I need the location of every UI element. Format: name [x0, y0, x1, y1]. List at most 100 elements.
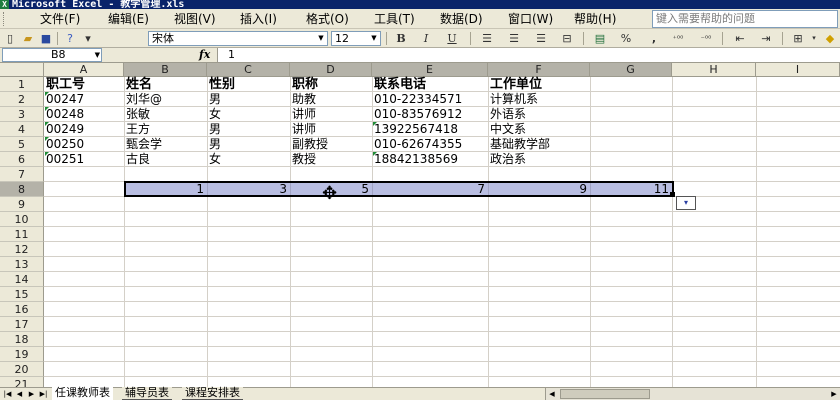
- table-cell[interactable]: 计算机系: [488, 92, 538, 107]
- column-header-e[interactable]: E: [372, 63, 488, 77]
- row-header[interactable]: 7: [0, 167, 44, 182]
- row-header[interactable]: 17: [0, 317, 44, 332]
- align-right-icon[interactable]: ☰: [533, 31, 549, 46]
- row-header[interactable]: 11: [0, 227, 44, 242]
- row-header[interactable]: 21: [0, 377, 44, 387]
- open-folder-icon[interactable]: ▰: [20, 31, 36, 46]
- scrollbar-thumb[interactable]: [560, 389, 650, 399]
- font-size-select[interactable]: 12 ▼: [331, 31, 381, 46]
- table-cell[interactable]: 王方: [124, 122, 150, 137]
- row-header[interactable]: 9: [0, 197, 44, 212]
- column-header-i[interactable]: I: [756, 63, 840, 77]
- column-header-g[interactable]: G: [590, 63, 672, 77]
- prev-sheet-icon[interactable]: ◀: [14, 388, 25, 400]
- menu-format[interactable]: 格式(O): [304, 9, 351, 29]
- menu-edit[interactable]: 编辑(E): [106, 9, 151, 29]
- table-cell[interactable]: 政治系: [488, 152, 526, 167]
- fill-color-icon[interactable]: ◆: [822, 31, 838, 46]
- row-header[interactable]: 3: [0, 107, 44, 122]
- table-header-cell[interactable]: 职工号: [44, 77, 85, 92]
- scroll-right-icon[interactable]: ▶: [828, 388, 840, 400]
- chevron-down-icon[interactable]: ▾: [806, 31, 822, 46]
- select-all-corner[interactable]: [0, 63, 44, 77]
- fill-handle[interactable]: [670, 192, 675, 197]
- table-cell[interactable]: 010-83576912: [372, 107, 462, 122]
- table-cell[interactable]: 7: [372, 182, 488, 197]
- menu-tools[interactable]: 工具(T): [372, 9, 417, 29]
- bold-button[interactable]: B: [393, 31, 409, 46]
- menu-file[interactable]: 文件(F): [38, 9, 82, 29]
- row-header[interactable]: 15: [0, 287, 44, 302]
- table-cell[interactable]: 副教授: [290, 137, 328, 152]
- row-header[interactable]: 13: [0, 257, 44, 272]
- row-header[interactable]: 18: [0, 332, 44, 347]
- table-cell[interactable]: 外语系: [488, 107, 526, 122]
- increase-decimal-icon[interactable]: ⁺⁰⁰: [670, 31, 686, 46]
- help-icon[interactable]: ?: [62, 31, 78, 46]
- align-center-icon[interactable]: ☰: [506, 31, 522, 46]
- table-cell[interactable]: 1: [124, 182, 207, 197]
- table-cell[interactable]: 11: [590, 182, 672, 197]
- menu-data[interactable]: 数据(D): [438, 9, 485, 29]
- table-header-cell[interactable]: 性别: [207, 77, 235, 92]
- table-cell[interactable]: 00247: [44, 92, 84, 107]
- table-cell[interactable]: 男: [207, 122, 221, 137]
- table-cell[interactable]: 讲师: [290, 107, 316, 122]
- table-cell[interactable]: 女: [207, 152, 221, 167]
- column-header-d[interactable]: D: [290, 63, 372, 77]
- row-header[interactable]: 16: [0, 302, 44, 317]
- table-cell[interactable]: 9: [488, 182, 590, 197]
- table-cell[interactable]: 教授: [290, 152, 316, 167]
- row-header[interactable]: 20: [0, 362, 44, 377]
- font-name-select[interactable]: 宋体 ▼: [148, 31, 328, 46]
- table-cell[interactable]: 010-22334571: [372, 92, 462, 107]
- percent-button[interactable]: %: [618, 31, 634, 46]
- table-cell[interactable]: 男: [207, 92, 221, 107]
- row-header[interactable]: 10: [0, 212, 44, 227]
- row-header[interactable]: 4: [0, 122, 44, 137]
- column-header-c[interactable]: C: [207, 63, 290, 77]
- row-header[interactable]: 12: [0, 242, 44, 257]
- table-cell[interactable]: 3: [207, 182, 290, 197]
- autofill-options-icon[interactable]: ▾: [676, 196, 696, 210]
- row-header[interactable]: 19: [0, 347, 44, 362]
- scroll-left-icon[interactable]: ◀: [546, 388, 558, 400]
- menu-help[interactable]: 帮助(H): [572, 9, 618, 29]
- underline-button[interactable]: U: [444, 31, 460, 46]
- table-cell[interactable]: 18842138569: [372, 152, 458, 167]
- table-cell[interactable]: 张敏: [124, 107, 150, 122]
- row-header[interactable]: 5: [0, 137, 44, 152]
- align-left-icon[interactable]: ☰: [479, 31, 495, 46]
- menu-window[interactable]: 窗口(W): [506, 9, 555, 29]
- menu-insert[interactable]: 插入(I): [238, 9, 279, 29]
- table-header-cell[interactable]: 姓名: [124, 77, 152, 92]
- column-header-h[interactable]: H: [672, 63, 756, 77]
- help-search-input[interactable]: 键入需要帮助的问题: [652, 10, 838, 28]
- formula-input[interactable]: 1: [217, 48, 840, 62]
- worksheet-grid[interactable]: A B C D E F G H I 1 2 3 4 5 6 7 8 9 10 1…: [0, 63, 840, 387]
- table-cell[interactable]: 00248: [44, 107, 84, 122]
- row-header[interactable]: 1: [0, 77, 44, 92]
- column-header-b[interactable]: B: [124, 63, 207, 77]
- italic-button[interactable]: I: [418, 31, 434, 46]
- table-cell[interactable]: 甄会学: [124, 137, 162, 152]
- sheet-tab-schedule[interactable]: 课程安排表: [182, 387, 243, 400]
- decrease-decimal-icon[interactable]: ⁻⁰⁰: [698, 31, 714, 46]
- row-header[interactable]: 6: [0, 152, 44, 167]
- table-cell[interactable]: 13922567418: [372, 122, 458, 137]
- table-header-cell[interactable]: 联系电话: [372, 77, 426, 92]
- column-header-f[interactable]: F: [488, 63, 590, 77]
- table-cell[interactable]: 010-62674355: [372, 137, 462, 152]
- borders-icon[interactable]: ⊞: [790, 31, 806, 46]
- table-cell[interactable]: 00249: [44, 122, 84, 137]
- row-header[interactable]: 2: [0, 92, 44, 107]
- horizontal-scrollbar[interactable]: ◀ ▶: [545, 388, 840, 400]
- column-header-a[interactable]: A: [44, 63, 124, 77]
- table-cell[interactable]: 男: [207, 137, 221, 152]
- table-cell[interactable]: 00251: [44, 152, 84, 167]
- last-sheet-icon[interactable]: ▶|: [38, 388, 49, 400]
- dropdown-icon[interactable]: ▾: [80, 31, 96, 46]
- row-header-selected[interactable]: 8: [0, 182, 44, 197]
- new-file-icon[interactable]: ▯: [2, 31, 18, 46]
- decrease-indent-icon[interactable]: ⇤: [732, 31, 748, 46]
